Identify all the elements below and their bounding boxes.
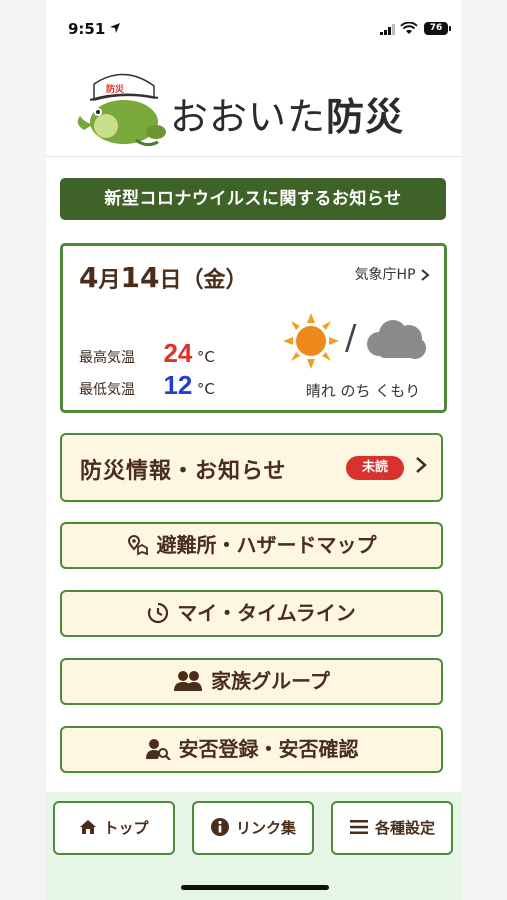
- safety-label: 安否登録・安否確認: [178, 737, 359, 761]
- high-temp-label: 最高気温: [79, 350, 135, 366]
- wifi-icon: [400, 22, 418, 34]
- info-icon: [210, 817, 229, 836]
- safety-check-button[interactable]: 安否登録・安否確認: [60, 726, 443, 773]
- tab-top[interactable]: トップ: [53, 801, 175, 855]
- sun-icon: [283, 313, 339, 369]
- tab-links-label: リンク集: [235, 819, 296, 837]
- date-weekday: （金）: [181, 268, 248, 293]
- corona-notice-banner[interactable]: 新型コロナウイルスに関するお知らせ: [60, 178, 446, 220]
- app-logo-text: おおいた防災: [170, 86, 404, 141]
- family-icon: [174, 670, 203, 691]
- status-time: 9:51: [68, 20, 106, 38]
- person-search-icon: [145, 738, 171, 761]
- timeline-label: マイ・タイムライン: [177, 601, 356, 625]
- location-arrow-icon: [110, 23, 120, 33]
- signal-icon: [380, 24, 395, 35]
- high-temp-unit: °C: [196, 348, 215, 366]
- evacuation-label: 避難所・ハザードマップ: [156, 533, 377, 557]
- evacuation-map-button[interactable]: 避難所・ハザードマップ: [60, 522, 443, 569]
- family-label: 家族グループ: [211, 669, 330, 693]
- menu-icon: [349, 819, 368, 834]
- app-screen: 9:51 76 防災 おおいた防災 新型コロナウイルスに関するお知らせ 4月14…: [46, 0, 461, 900]
- forecast-separator: /: [345, 318, 357, 358]
- tab-links[interactable]: リンク集: [192, 801, 314, 855]
- forecast-text: 晴れ のち くもり: [305, 382, 421, 400]
- cloud-icon: [367, 320, 426, 359]
- jma-hp-link[interactable]: 気象庁HP: [355, 264, 430, 284]
- left-margin: [0, 0, 46, 900]
- jma-link-label: 気象庁HP: [354, 267, 416, 283]
- mascot-logo: 防災: [77, 73, 166, 147]
- my-timeline-button[interactable]: マイ・タイムライン: [60, 590, 443, 637]
- weather-date: 4月14日（金）: [79, 261, 248, 294]
- low-temp-value: 12: [163, 370, 193, 400]
- date-day: 14: [120, 261, 160, 294]
- helmet-label: 防災: [106, 83, 125, 95]
- date-day-unit: 日: [159, 268, 182, 293]
- clock-icon: [148, 602, 169, 623]
- home-indicator: [181, 885, 329, 890]
- date-month-unit: 月: [98, 268, 121, 293]
- logo-kana: おおいた: [170, 95, 327, 139]
- tab-settings-label: 各種設定: [374, 819, 435, 837]
- battery-level: 76: [429, 23, 443, 33]
- chevron-right-icon: [421, 269, 430, 281]
- high-temp-value: 24: [163, 338, 193, 368]
- map-pin-icon: [127, 534, 148, 555]
- low-temp-unit: °C: [196, 380, 215, 398]
- unread-badge: 未読: [346, 456, 404, 480]
- family-group-button[interactable]: 家族グループ: [60, 658, 443, 705]
- home-icon: [80, 819, 97, 834]
- battery-indicator: 76: [424, 22, 451, 35]
- disaster-info-button[interactable]: 防災情報・お知らせ 未読: [60, 433, 443, 502]
- weather-card: 4月14日（金） 気象庁HP 最高気温 24 °C 最低気温 12 °C / 晴…: [60, 243, 447, 413]
- date-month: 4: [79, 261, 99, 294]
- low-temp-label: 最低気温: [79, 382, 135, 398]
- bottom-nav: トップ リンク集 各種設定: [46, 792, 461, 900]
- disaster-info-label: 防災情報・お知らせ: [80, 459, 287, 484]
- low-temp-row: 最低気温 12 °C: [79, 370, 215, 401]
- tab-settings[interactable]: 各種設定: [331, 801, 453, 855]
- app-header: 防災 おおいた防災: [46, 58, 461, 157]
- chevron-right-icon: [416, 457, 427, 473]
- right-margin: [461, 0, 507, 900]
- logo-kanji: 防災: [326, 95, 405, 139]
- status-bar: 9:51 76: [46, 0, 461, 58]
- tab-top-label: トップ: [103, 819, 149, 837]
- high-temp-row: 最高気温 24 °C: [79, 338, 215, 369]
